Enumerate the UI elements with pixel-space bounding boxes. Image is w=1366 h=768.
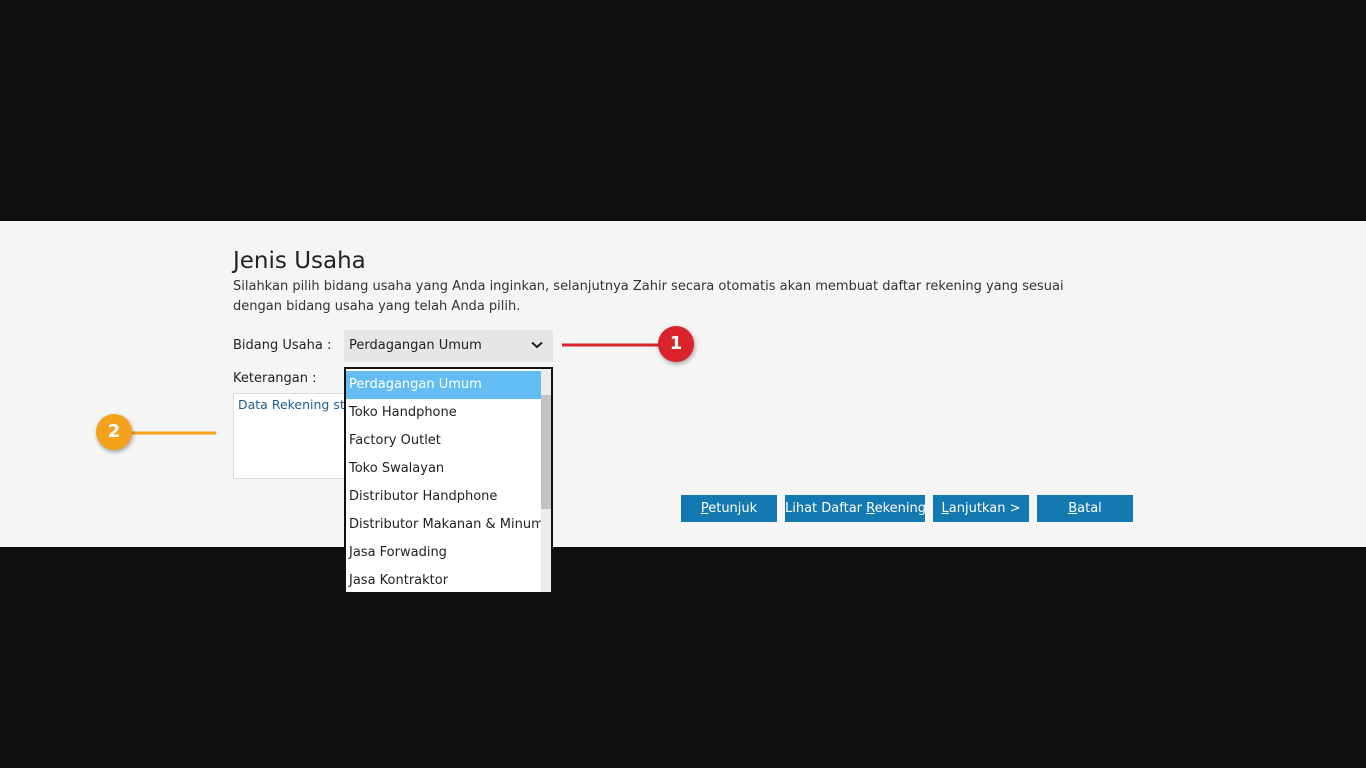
callout-2-line bbox=[130, 431, 216, 435]
bidang-usaha-dropdown[interactable]: Perdagangan Umum Toko Handphone Factory … bbox=[344, 367, 553, 594]
callout-1-badge: 1 bbox=[658, 326, 694, 362]
lanjutkan-hotkey: L bbox=[941, 501, 949, 516]
lihat-hotkey: R bbox=[866, 501, 875, 516]
batal-label: atal bbox=[1077, 501, 1102, 516]
callout-2-badge: 2 bbox=[96, 414, 132, 450]
bidang-usaha-label: Bidang Usaha : bbox=[233, 338, 332, 353]
page-description: Silahkan pilih bidang usaha yang Anda in… bbox=[233, 279, 1064, 314]
petunjuk-label: etunjuk bbox=[708, 501, 758, 516]
bidang-usaha-value: Perdagangan Umum bbox=[349, 338, 482, 353]
dropdown-option-distributor-makanan[interactable]: Distributor Makanan & Minum bbox=[346, 511, 541, 539]
lanjutkan-label: anjutkan > bbox=[948, 501, 1021, 516]
lihat-daftar-rekening-button[interactable]: Lihat Daftar Rekening bbox=[785, 495, 927, 522]
page-title: Jenis Usaha bbox=[233, 248, 366, 274]
bidang-usaha-select[interactable]: Perdagangan Umum bbox=[344, 330, 553, 362]
lihat-label-pre: Lihat Daftar bbox=[785, 501, 867, 516]
keterangan-textarea[interactable]: Data Rekening standar bbox=[233, 393, 353, 479]
callout-1-line bbox=[562, 343, 662, 347]
dropdown-option-jasa-kontraktor[interactable]: Jasa Kontraktor bbox=[346, 567, 541, 592]
keterangan-text: Data Rekening standar bbox=[238, 397, 352, 412]
dropdown-option-jasa-forwading[interactable]: Jasa Forwading bbox=[346, 539, 541, 567]
lanjutkan-button[interactable]: Lanjutkan > bbox=[933, 495, 1029, 522]
dropdown-option-distributor-handphone[interactable]: Distributor Handphone bbox=[346, 483, 541, 511]
dropdown-option-toko-handphone[interactable]: Toko Handphone bbox=[346, 399, 541, 427]
batal-button[interactable]: Batal bbox=[1037, 495, 1133, 522]
scrollbar-thumb[interactable] bbox=[541, 395, 551, 509]
dropdown-option-toko-swalayan[interactable]: Toko Swalayan bbox=[346, 455, 541, 483]
dropdown-option-factory-outlet[interactable]: Factory Outlet bbox=[346, 427, 541, 455]
lihat-label-rest: ekening bbox=[874, 501, 927, 516]
dropdown-option-perdagangan-umum[interactable]: Perdagangan Umum bbox=[346, 371, 541, 399]
keterangan-label: Keterangan : bbox=[233, 371, 317, 386]
batal-hotkey: B bbox=[1068, 501, 1078, 516]
dropdown-scrollbar[interactable] bbox=[541, 369, 551, 592]
chevron-down-icon bbox=[531, 341, 543, 349]
petunjuk-button[interactable]: Petunjuk bbox=[681, 495, 777, 522]
